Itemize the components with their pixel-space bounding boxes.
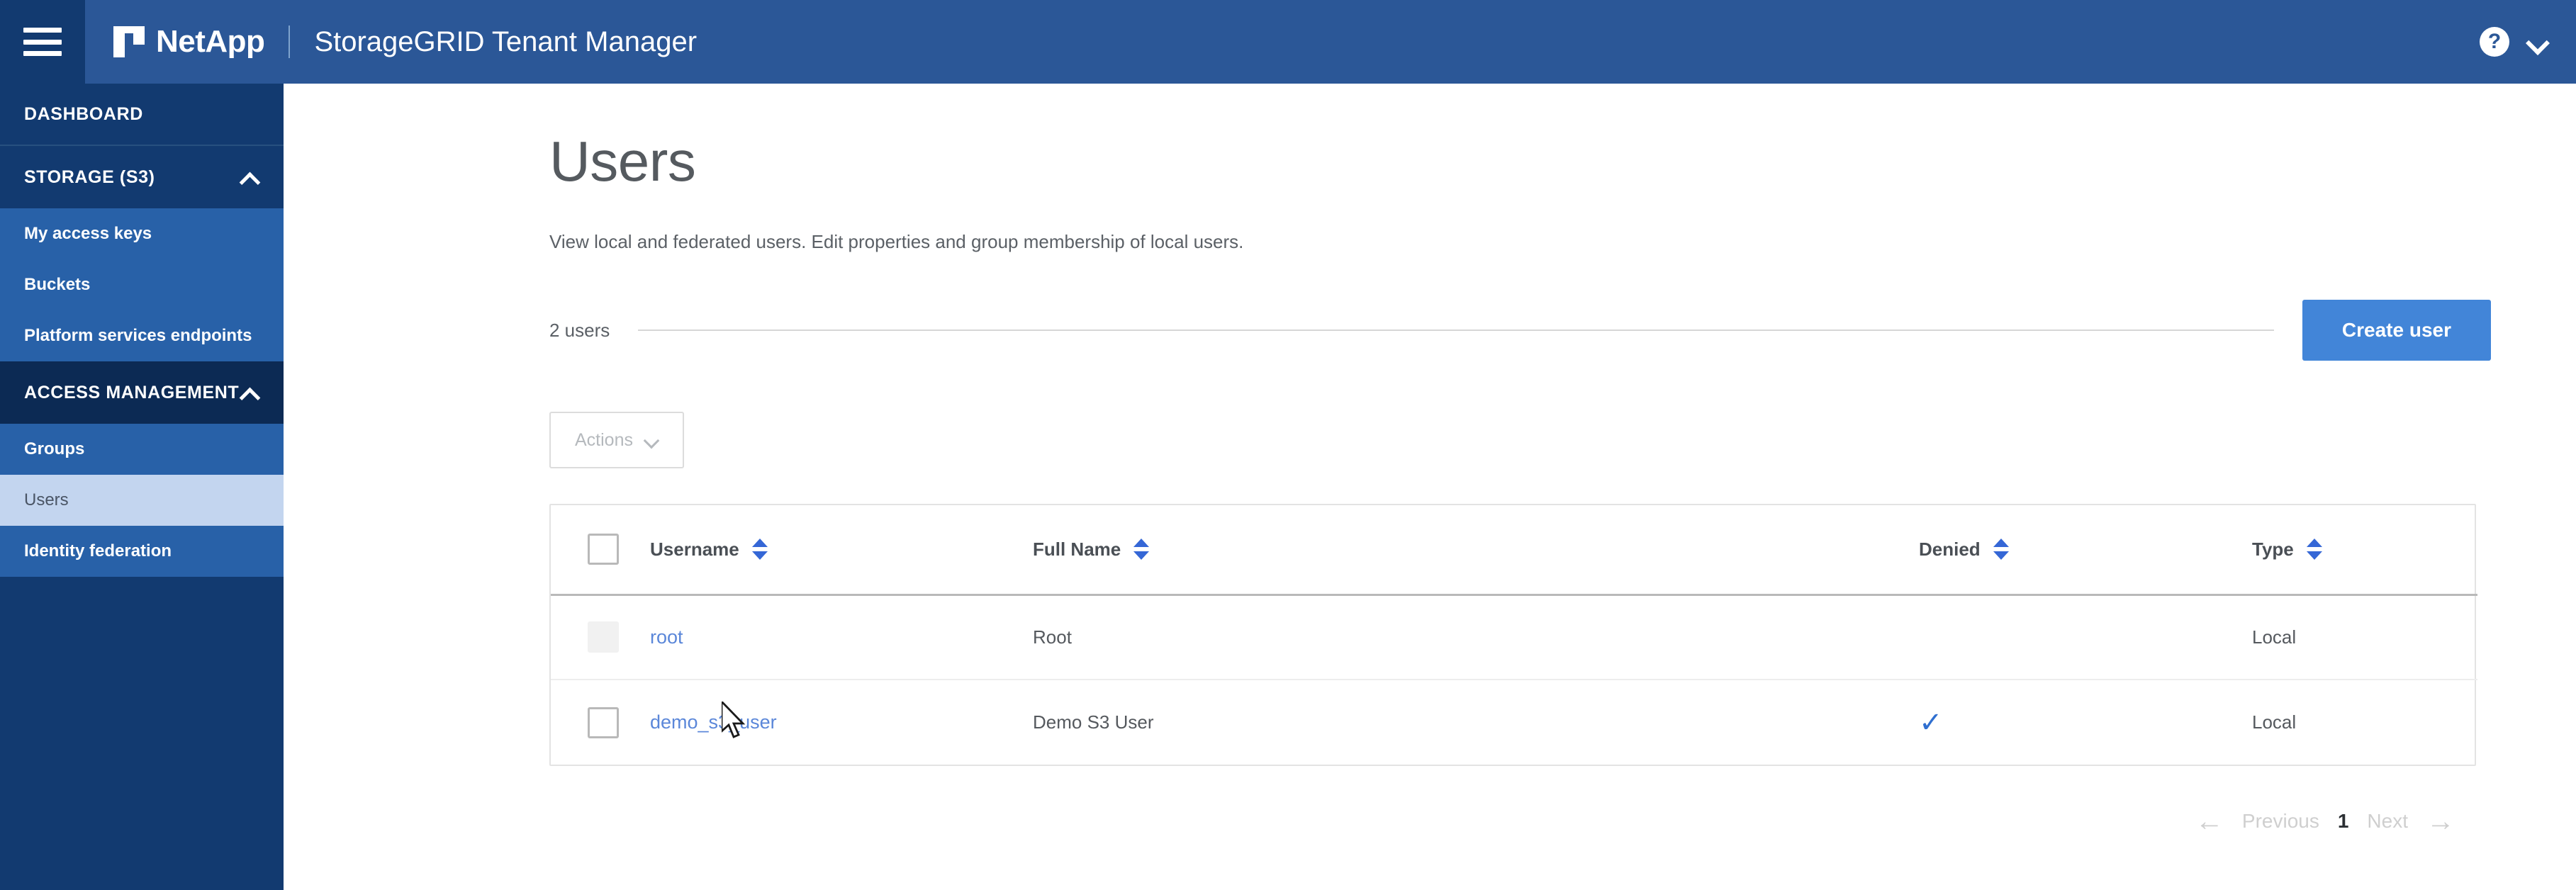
username-link[interactable]: demo_s3_user bbox=[650, 711, 777, 733]
sidebar-item-my-access-keys[interactable]: My access keys bbox=[0, 208, 284, 259]
row-select-cell bbox=[551, 595, 650, 681]
users-table: Username Full Name Denied Type root Root… bbox=[551, 505, 2477, 765]
users-table-container: Username Full Name Denied Type root Root… bbox=[549, 504, 2477, 767]
cell-denied: ✓ bbox=[1919, 680, 2252, 765]
count-row: 2 users Create user bbox=[549, 300, 2491, 361]
table-header-row: Username Full Name Denied Type bbox=[551, 505, 2477, 596]
select-all-header bbox=[551, 505, 650, 596]
sidebar-group-access-management[interactable]: ACCESS MANAGEMENT bbox=[0, 361, 284, 424]
main-content: Users View local and federated users. Ed… bbox=[284, 84, 2576, 890]
table-header: Username Full Name Denied Type bbox=[551, 505, 2477, 596]
arrow-left-icon: ← bbox=[2195, 806, 2224, 838]
sidebar-item-label: Users bbox=[24, 490, 69, 509]
table-row: root Root Local bbox=[551, 595, 2477, 681]
divider-rule bbox=[638, 329, 2274, 332]
page-number-1[interactable]: 1 bbox=[2338, 810, 2349, 833]
brand-area[interactable]: NetApp StorageGRID Tenant Manager bbox=[85, 0, 697, 84]
next-page-button[interactable]: Next bbox=[2367, 810, 2408, 833]
actions-row: Actions bbox=[549, 412, 2491, 469]
cell-type: Local bbox=[2252, 711, 2297, 733]
table-body: root Root Local demo_s3_user Demo S3 Use… bbox=[551, 595, 2477, 765]
user-count-label: 2 users bbox=[549, 319, 610, 341]
row-select-cell bbox=[551, 680, 650, 765]
brand-divider bbox=[289, 26, 291, 58]
chevron-up-icon[interactable] bbox=[240, 171, 259, 184]
sidebar-group-label: ACCESS MANAGEMENT bbox=[24, 382, 240, 402]
actions-dropdown-button[interactable]: Actions bbox=[549, 412, 684, 469]
cell-type: Local bbox=[2252, 595, 2477, 681]
sidebar-item-label: Identity federation bbox=[24, 541, 172, 561]
netapp-wordmark: NetApp bbox=[156, 24, 265, 59]
sidebar-item-groups[interactable]: Groups bbox=[0, 424, 284, 475]
column-label: Full Name bbox=[1033, 538, 1121, 560]
column-header-username[interactable]: Username bbox=[650, 505, 1033, 596]
sort-icon[interactable] bbox=[2306, 537, 2322, 561]
sidebar-item-label: My access keys bbox=[24, 224, 152, 243]
app-title: StorageGRID Tenant Manager bbox=[314, 26, 698, 57]
sidebar-item-label: Buckets bbox=[24, 275, 91, 294]
chevron-down-icon[interactable] bbox=[2528, 33, 2546, 51]
sidebar-item-dashboard[interactable]: DASHBOARD bbox=[0, 84, 284, 146]
page-title: Users bbox=[549, 130, 696, 193]
select-all-checkbox[interactable] bbox=[588, 534, 619, 565]
column-header-denied[interactable]: Denied bbox=[1919, 505, 2252, 596]
sidebar-item-platform-services-endpoints[interactable]: Platform services endpoints bbox=[0, 310, 284, 361]
cell-fullname: Demo S3 User bbox=[1033, 711, 1154, 733]
menu-toggle-button[interactable] bbox=[0, 0, 85, 84]
sidebar-item-identity-federation[interactable]: Identity federation bbox=[0, 526, 284, 577]
column-label: Username bbox=[650, 538, 739, 560]
netapp-logo-icon bbox=[113, 26, 145, 57]
sidebar: DASHBOARD STORAGE (S3) My access keys Bu… bbox=[0, 84, 284, 890]
sidebar-item-label: DASHBOARD bbox=[24, 103, 143, 124]
sort-icon[interactable] bbox=[1993, 537, 2009, 561]
sort-icon[interactable] bbox=[751, 537, 768, 561]
cell-username: root bbox=[650, 595, 1033, 681]
page-description: View local and federated users. Edit pro… bbox=[549, 231, 1244, 252]
top-bar: NetApp StorageGRID Tenant Manager ? bbox=[0, 0, 2576, 84]
username-link[interactable]: root bbox=[650, 626, 683, 648]
sidebar-item-users[interactable]: Users bbox=[0, 475, 284, 526]
row-checkbox[interactable] bbox=[588, 706, 619, 738]
topbar-right-controls: ? bbox=[2480, 27, 2576, 57]
column-header-fullname[interactable]: Full Name bbox=[1033, 505, 1919, 596]
actions-button-label: Actions bbox=[575, 429, 633, 450]
sidebar-item-label: Platform services endpoints bbox=[24, 326, 252, 345]
row-checkbox bbox=[588, 621, 619, 653]
cell-denied bbox=[1919, 595, 2252, 681]
help-icon[interactable]: ? bbox=[2480, 27, 2509, 57]
sidebar-group-label: STORAGE (S3) bbox=[24, 167, 155, 187]
column-header-type[interactable]: Type bbox=[2252, 505, 2477, 596]
column-label: Denied bbox=[1919, 538, 1981, 560]
table-row: demo_s3_user Demo S3 User ✓ Local bbox=[551, 680, 2477, 765]
create-user-button[interactable]: Create user bbox=[2302, 300, 2491, 361]
sidebar-item-label: Groups bbox=[24, 439, 85, 458]
pagination: ← Previous 1 Next → bbox=[549, 807, 2476, 835]
chevron-up-icon[interactable] bbox=[240, 386, 259, 399]
cell-username: demo_s3_user bbox=[650, 680, 1033, 765]
denied-check-icon: ✓ bbox=[1919, 706, 1943, 738]
hamburger-icon bbox=[23, 28, 62, 56]
arrow-right-icon: → bbox=[2426, 806, 2455, 838]
chevron-down-icon bbox=[644, 435, 659, 445]
cell-fullname: Root bbox=[1033, 595, 1919, 681]
sort-icon[interactable] bbox=[1133, 537, 1150, 561]
column-label: Type bbox=[2252, 538, 2294, 560]
sidebar-group-storage-s3[interactable]: STORAGE (S3) bbox=[0, 146, 284, 208]
sidebar-item-buckets[interactable]: Buckets bbox=[0, 259, 284, 310]
previous-page-button[interactable]: Previous bbox=[2242, 810, 2319, 833]
